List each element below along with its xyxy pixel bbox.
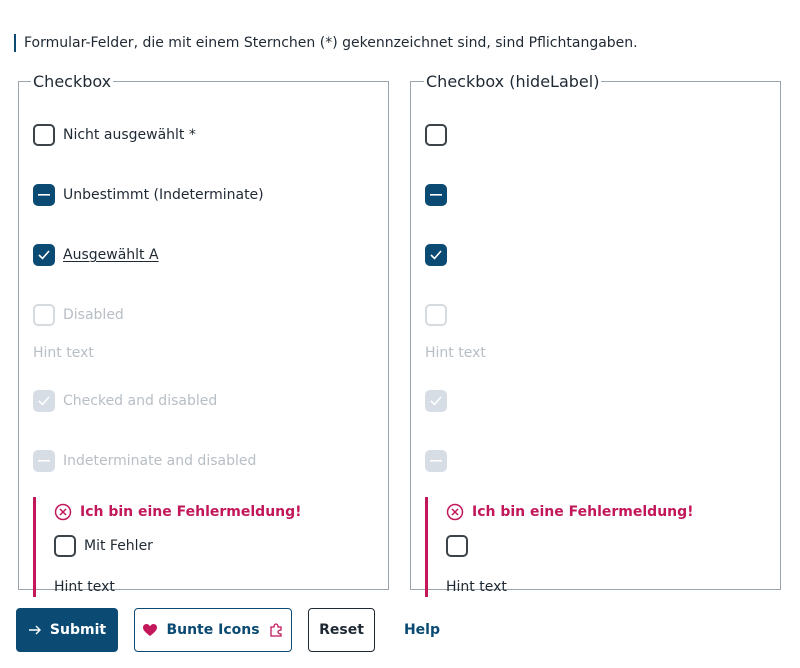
checkbox-row-disabled xyxy=(425,303,447,327)
checkbox-label: Nicht ausgewählt * xyxy=(63,127,196,143)
hint-text: Hint text xyxy=(33,345,94,361)
required-fields-note: Formular-Felder, die mit einem Sternchen… xyxy=(14,34,638,52)
help-link-label: Help xyxy=(403,622,441,638)
checkbox-row-unchecked[interactable] xyxy=(425,123,447,147)
puzzle-icon xyxy=(269,623,282,637)
checkbox-indeterminate[interactable] xyxy=(33,184,55,206)
error-circle-icon xyxy=(54,503,72,521)
checkbox-row-checked-disabled: Checked and disabled xyxy=(33,389,217,413)
checkmark-icon xyxy=(38,250,50,260)
checkmark-icon xyxy=(38,396,50,406)
minus-icon xyxy=(430,460,442,462)
checkbox-fieldset: Checkbox Nicht ausgewählt * Unbestimmt (… xyxy=(18,72,389,597)
checkbox-row-checked-disabled xyxy=(425,389,447,413)
error-message-text: Ich bin eine Fehlermeldung! xyxy=(472,504,694,520)
checkbox-checked-disabled xyxy=(425,390,447,412)
checkbox-checked[interactable] xyxy=(33,244,55,266)
checkbox-checked[interactable] xyxy=(425,244,447,266)
checkbox-row-indeterminate-disabled xyxy=(425,449,447,473)
hint-text: Hint text xyxy=(425,345,486,361)
fieldset-legend: Checkbox xyxy=(33,72,112,91)
minus-icon xyxy=(430,194,442,196)
checkbox-label: Disabled xyxy=(63,307,124,323)
fieldset-legend: Checkbox (hideLabel) xyxy=(426,72,600,91)
checkbox-row-unchecked[interactable]: Nicht ausgewählt * xyxy=(33,123,196,147)
checkbox-row-error[interactable] xyxy=(446,535,468,557)
checkbox-label: Unbestimmt (Indeterminate) xyxy=(63,187,264,203)
minus-icon xyxy=(38,194,50,196)
checkbox-row-error[interactable]: Mit Fehler xyxy=(54,535,153,557)
checkbox-unchecked[interactable] xyxy=(425,124,447,146)
error-group: Ich bin eine Fehlermeldung! Mit Fehler H… xyxy=(33,497,336,597)
minus-icon xyxy=(38,460,50,462)
arrow-right-icon xyxy=(28,625,41,635)
checkbox-error[interactable] xyxy=(54,535,76,557)
checkbox-indeterminate-disabled xyxy=(33,450,55,472)
submit-button[interactable]: Submit xyxy=(16,608,118,652)
checkbox-label: Mit Fehler xyxy=(84,538,153,554)
submit-button-label: Submit xyxy=(49,622,107,638)
checkbox-label: Indeterminate and disabled xyxy=(63,453,257,469)
bunte-icons-button-label: Bunte Icons xyxy=(166,622,260,638)
help-link[interactable]: Help xyxy=(390,608,454,652)
error-message: Ich bin eine Fehlermeldung! xyxy=(446,503,694,521)
reset-button-label: Reset xyxy=(319,622,364,638)
checkbox-error[interactable] xyxy=(446,535,468,557)
checkbox-label: Ausgewählt A xyxy=(63,247,159,263)
checkbox-disabled xyxy=(425,304,447,326)
checkbox-row-indeterminate-disabled: Indeterminate and disabled xyxy=(33,449,256,473)
error-message-text: Ich bin eine Fehlermeldung! xyxy=(80,504,302,520)
error-message: Ich bin eine Fehlermeldung! xyxy=(54,503,302,521)
bunte-icons-button[interactable]: Bunte Icons xyxy=(134,608,292,652)
checkmark-icon xyxy=(430,250,442,260)
checkbox-row-checked[interactable] xyxy=(425,243,447,267)
checkbox-row-indeterminate[interactable]: Unbestimmt (Indeterminate) xyxy=(33,183,264,207)
checkmark-icon xyxy=(430,396,442,406)
reset-button[interactable]: Reset xyxy=(308,608,375,652)
checkbox-row-checked[interactable]: Ausgewählt A xyxy=(33,243,159,267)
checkbox-row-disabled: Disabled xyxy=(33,303,124,327)
checkbox-disabled xyxy=(33,304,55,326)
checkbox-indeterminate[interactable] xyxy=(425,184,447,206)
error-circle-icon xyxy=(446,503,464,521)
hint-text: Hint text xyxy=(446,579,507,595)
checkbox-checked-disabled xyxy=(33,390,55,412)
checkbox-label: Checked and disabled xyxy=(63,393,218,409)
checkbox-hidelabel-fieldset: Checkbox (hideLabel) Hint text Ich bin e… xyxy=(410,72,781,597)
checkbox-row-indeterminate[interactable] xyxy=(425,183,447,207)
checkbox-indeterminate-disabled xyxy=(425,450,447,472)
hint-text: Hint text xyxy=(54,579,115,595)
heart-icon xyxy=(143,624,158,636)
error-group: Ich bin eine Fehlermeldung! Hint text xyxy=(425,497,728,597)
checkbox-unchecked[interactable] xyxy=(33,124,55,146)
